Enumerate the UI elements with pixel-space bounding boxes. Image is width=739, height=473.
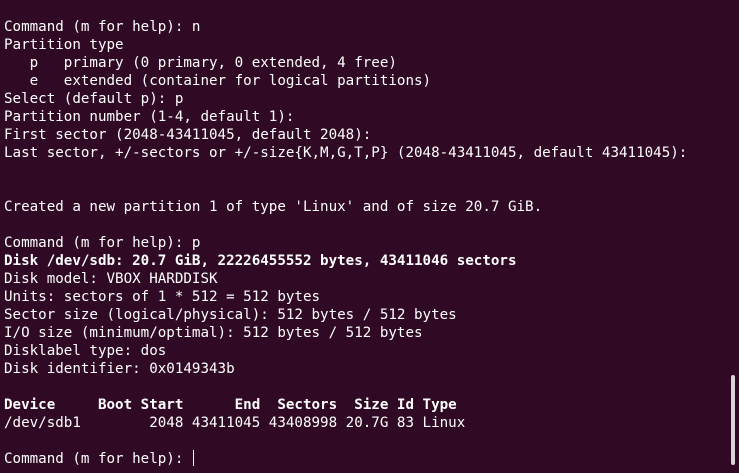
terminal-line: Disklabel type: dos [4, 343, 167, 359]
terminal-line: Disk model: VBOX HARDDISK [4, 271, 218, 287]
terminal-output: Command (m for help): n Partition type p … [4, 18, 739, 450]
terminal-line: Select (default p): p [4, 91, 184, 107]
terminal-line: e extended (container for logical partit… [4, 73, 432, 89]
terminal-line: Command (m for help): n [4, 19, 201, 35]
terminal-line: Disk identifier: 0x0149343b [4, 361, 235, 377]
text-cursor [192, 450, 195, 466]
terminal-line: Last sector, +/-sectors or +/-size{K,M,G… [4, 145, 688, 161]
terminal-line: /dev/sdb1 2048 43411045 43408998 20.7G 8… [4, 415, 466, 431]
terminal-line: Units: sectors of 1 * 512 = 512 bytes [4, 289, 321, 305]
terminal-line: Disk /dev/sdb: 20.7 GiB, 22226455552 byt… [4, 253, 517, 269]
terminal-line: Partition number (1-4, default 1): [4, 109, 295, 125]
command-prompt: Command (m for help): [4, 451, 192, 467]
scrollbar-thumb[interactable] [731, 375, 735, 465]
terminal-line: Device Boot Start End Sectors Size Id Ty… [4, 397, 457, 413]
terminal-line: Command (m for help): p [4, 235, 201, 251]
terminal-line: Partition type [4, 37, 124, 53]
prompt-line[interactable]: Command (m for help): [4, 450, 739, 468]
terminal-line: I/O size (minimum/optimal): 512 bytes / … [4, 325, 423, 341]
terminal-line: Sector size (logical/physical): 512 byte… [4, 307, 457, 323]
terminal-window[interactable]: Command (m for help): n Partition type p … [0, 0, 739, 473]
terminal-line: p primary (0 primary, 0 extended, 4 free… [4, 55, 397, 71]
terminal-line: Created a new partition 1 of type 'Linux… [4, 199, 543, 215]
terminal-line: First sector (2048-43411045, default 204… [4, 127, 372, 143]
